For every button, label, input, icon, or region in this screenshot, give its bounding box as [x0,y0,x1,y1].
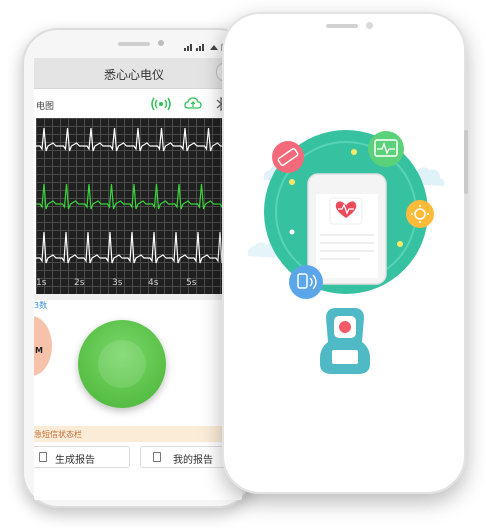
dot [351,149,357,155]
generate-report-button[interactable]: 生成报告 [34,446,130,468]
dot [289,179,295,185]
page-title: 悉心心电仪 [103,68,164,82]
sun-badge-icon [406,200,434,228]
dot [397,241,403,247]
ecg-monitor-badge-icon [368,131,404,167]
time-tick: 1s [36,278,47,288]
time-tick: 4s [148,278,159,288]
alert-status-text: 急短信状态栏 [34,430,82,439]
document-icon [39,452,47,462]
start-measure-button[interactable] [78,320,166,408]
section-divider [34,294,242,300]
speaker-grille [118,42,150,46]
cloud-upload-icon[interactable] [184,96,202,112]
ecg-trace-lead-1 [36,127,222,152]
ecg-time-axis: 1s 2s 3s 4s 5s [36,276,222,292]
ecg-waveforms [36,127,238,264]
title-bar: 悉心心电仪 [34,58,242,89]
gauge-letter: M [35,346,43,355]
my-report-label: 我的报告 [173,455,213,466]
ecg-chart [36,118,238,294]
ecg-tab-label: 电图 [36,102,55,112]
time-tick: 2s [74,278,85,288]
button-highlight [98,340,146,388]
count-label: 3数 [34,301,48,310]
dot [289,229,295,235]
app-screen: 悉心心电仪 电图 1s 2s 3s 4s 5s 3数 M 急短信状态栏 生成报告… [34,58,242,500]
ecg-header-row: 电图 [34,94,242,116]
pink-badge-icon [272,141,304,173]
front-phone [222,12,468,494]
ecg-trace-lead-2 [36,183,238,210]
time-tick: 5s [186,278,197,288]
front-camera [158,40,164,46]
phone-illustration [307,173,387,285]
ecg-device-icon [320,308,370,374]
report-icon [153,452,161,462]
live-signal-icon[interactable] [150,96,172,112]
time-tick: 3s [112,278,123,288]
ecg-trace-lead-3 [36,231,234,264]
app-illustration [247,130,445,374]
generate-report-label: 生成报告 [55,455,95,466]
back-phone: 悉心心电仪 电图 1s 2s 3s 4s 5s 3数 M 急短信状态栏 生成报告… [22,28,254,508]
alert-status-bar[interactable]: 急短信状态栏 [34,426,242,442]
audio-badge-icon [289,265,323,299]
